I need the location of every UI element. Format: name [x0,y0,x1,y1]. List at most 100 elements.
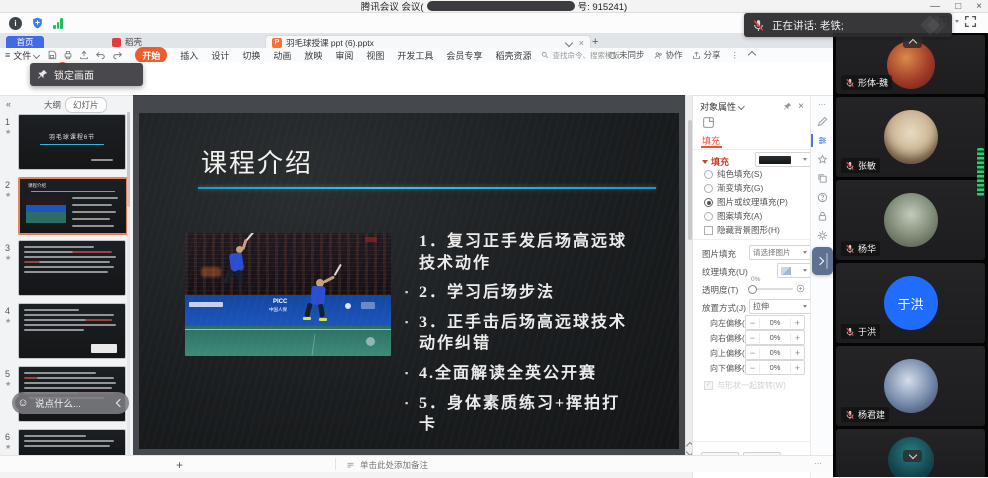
meeting-titlebar: 腾讯会议 会议( 号: 915241) [0,0,988,13]
notes-placeholder-area[interactable]: 单击此处添加备注 [346,459,428,471]
video-tile[interactable]: 张敏 [836,97,985,177]
thumb1-title: 羽毛球课程6节 [19,132,125,141]
bottom-more-icon[interactable]: ⋯ [814,459,822,468]
tab-slides[interactable]: 幻灯片 [65,97,107,113]
placement-dropdown[interactable]: 拉伸 [749,299,811,314]
new-tab-button[interactable]: + [592,36,598,48]
radio-gradient-fill[interactable] [704,184,713,193]
search-icon [541,51,549,59]
slide[interactable]: 课程介绍 PICC 中国人保 [139,113,679,449]
redo-icon[interactable] [112,50,123,60]
lock-screen-tooltip[interactable]: 锁定画面 [30,63,143,86]
ribbon-tab-insert[interactable]: 插入 [180,49,198,62]
slide-thumbnail-6[interactable] [18,429,126,457]
slide-title: 课程介绍 [201,143,313,180]
ribbon-tab-home[interactable]: 开始 [135,47,167,63]
participant-name: 杨君建 [858,408,885,421]
radio-solid-fill[interactable] [704,170,713,179]
print-icon[interactable] [63,50,73,60]
strip-more-icon[interactable]: ⋯ [818,100,826,109]
fill-preview-dropdown[interactable] [755,152,811,167]
properties-sliders-icon[interactable] [817,135,828,146]
layers-icon[interactable] [817,173,828,184]
radio-picture-fill-selected[interactable] [704,198,713,207]
fullscreen-button[interactable] [964,15,977,33]
ribbon-tab-devtools[interactable]: 开发工具 [397,49,433,62]
picture-fill-dropdown[interactable]: 请选择图片 [749,245,811,260]
ribbon-tab-animation[interactable]: 动画 [273,49,291,62]
sync-status[interactable]: 未同步 [608,49,645,61]
add-slide-plus-button[interactable]: + [176,458,183,472]
participant-name: 形体-魏 [858,76,888,89]
pen-tool-icon[interactable] [817,116,828,127]
panel-title[interactable]: 对象属性 [700,100,744,113]
slide-number: 2 [5,180,10,190]
scroll-videos-down-button[interactable] [903,450,922,462]
collapse-ribbon-icon[interactable] [748,51,756,59]
ribbon-tab-review[interactable]: 审阅 [335,49,353,62]
video-tile[interactable]: 杨华 [836,180,985,260]
meeting-info-icon[interactable]: i [9,17,22,30]
texture-dropdown[interactable] [777,263,811,278]
close-panel-icon[interactable]: × [798,101,804,112]
ribbon-tab-view[interactable]: 视图 [366,49,384,62]
slide-thumbnail-2-selected[interactable]: 课程介绍 [18,177,128,235]
panel-collapse-tab[interactable] [812,247,833,275]
share-button[interactable]: 分享 [692,49,720,61]
video-tile[interactable]: 于洪 于洪 [836,263,985,343]
ribbon-tab-design[interactable]: 设计 [211,49,229,62]
star-resources-icon[interactable] [817,154,828,165]
offset-left-stepper[interactable]: −0%+ [745,315,805,330]
lock-icon[interactable] [817,211,828,222]
tab-menu-chevron-icon[interactable] [564,38,572,46]
collapse-sidebar-icon[interactable]: « [6,99,11,109]
collaborate-button[interactable]: 协作 [654,49,682,61]
more-menu-icon[interactable]: ⋮ [731,50,740,61]
offset-right-stepper[interactable]: −0%+ [745,330,805,345]
share-icon [692,51,701,60]
pin-icon[interactable] [783,102,792,111]
tab-home[interactable]: 首页 [6,36,44,48]
slide-bullet-list: 1．复习正手发后场高远球技术动作 ▪2．学习后场步法 ▪3．正手击后场高远球技术… [405,231,629,444]
shape-icon[interactable] [702,116,715,129]
undo-icon[interactable] [95,50,106,60]
file-menu[interactable]: ≡ 文件 [5,49,39,62]
transparency-slider[interactable] [751,288,793,290]
emoji-smiley-icon[interactable]: ☺ [15,395,31,411]
offset-up-stepper[interactable]: −0%+ [745,345,805,360]
chat-quick-bar[interactable]: ☺ 说点什么... [12,392,129,414]
radio-pattern-fill[interactable] [704,212,713,221]
tab-close-icon[interactable]: × [579,38,584,48]
collapse-chat-bar-icon[interactable] [116,399,124,407]
close-button[interactable]: × [976,1,982,12]
network-signal-icon[interactable] [53,18,63,29]
participant-name: 张敏 [858,159,876,172]
animation-star-icon: ★ [5,254,11,262]
export-icon[interactable] [79,50,89,60]
sync-icon [608,51,617,60]
maximize-button[interactable]: □ [955,1,961,12]
plus-circle-icon[interactable] [796,284,805,293]
tab-outline[interactable]: 大纲 [44,99,61,111]
collapse-videos-button[interactable] [903,36,922,48]
gear-icon[interactable] [817,230,828,241]
fill-section-header[interactable]: 填充 [702,155,729,168]
minimize-button[interactable]: — [930,1,940,12]
checkbox-hide-background[interactable] [704,226,713,235]
ribbon-tab-transition[interactable]: 切换 [242,49,260,62]
ribbon-tab-slideshow[interactable]: 放映 [304,49,322,62]
transparency-value: 0% [751,276,760,283]
wps-menu-bar: ≡ 文件 开始 插入 设计 切换 动画 放映 审阅 视图 开发工具 会员专享 稻… [0,48,833,62]
help-icon[interactable] [817,192,828,203]
security-shield-icon[interactable] [31,16,44,30]
slider-handle[interactable] [748,285,757,294]
slide-thumbnail-1[interactable]: 羽毛球课程6节 [18,114,126,170]
offset-down-stepper[interactable]: −0%+ [745,360,805,375]
save-icon[interactable] [47,50,57,60]
bullet-item: ▪3．正手击后场高远球技术动作纠错 [405,312,629,355]
video-tile[interactable]: 杨君建 [836,346,985,426]
slide-thumbnail-3[interactable] [18,240,126,296]
ribbon-tab-docer-res[interactable]: 稻壳资源 [495,49,531,62]
ribbon-tab-member[interactable]: 会员专享 [446,49,482,62]
slide-thumbnail-4[interactable] [18,303,126,359]
